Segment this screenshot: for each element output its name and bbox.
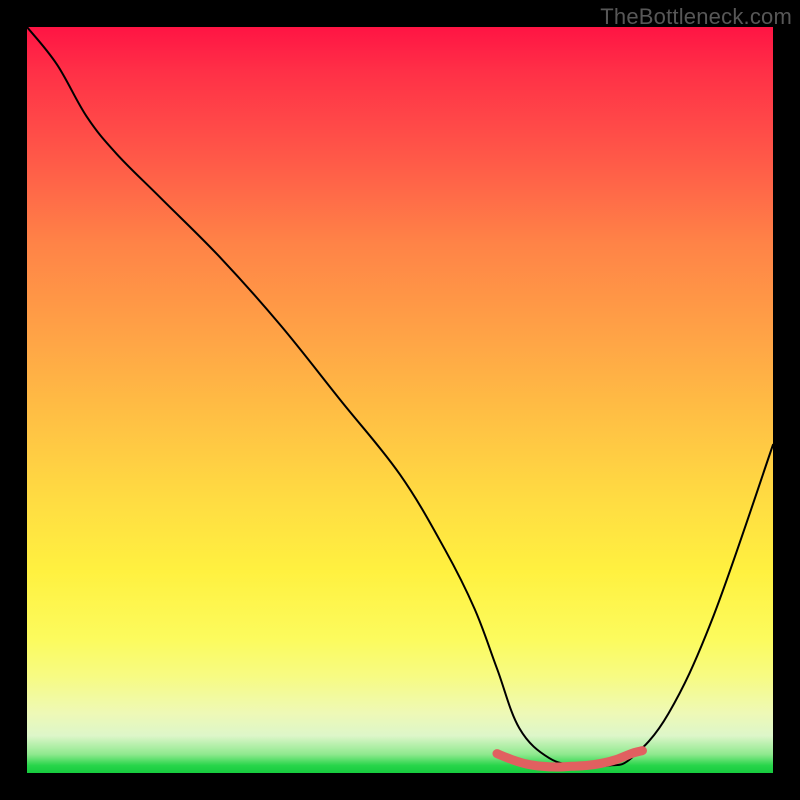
chart-container: TheBottleneck.com	[0, 0, 800, 800]
main-curve	[27, 27, 773, 767]
watermark-text: TheBottleneck.com	[600, 4, 792, 30]
chart-svg	[27, 27, 773, 773]
